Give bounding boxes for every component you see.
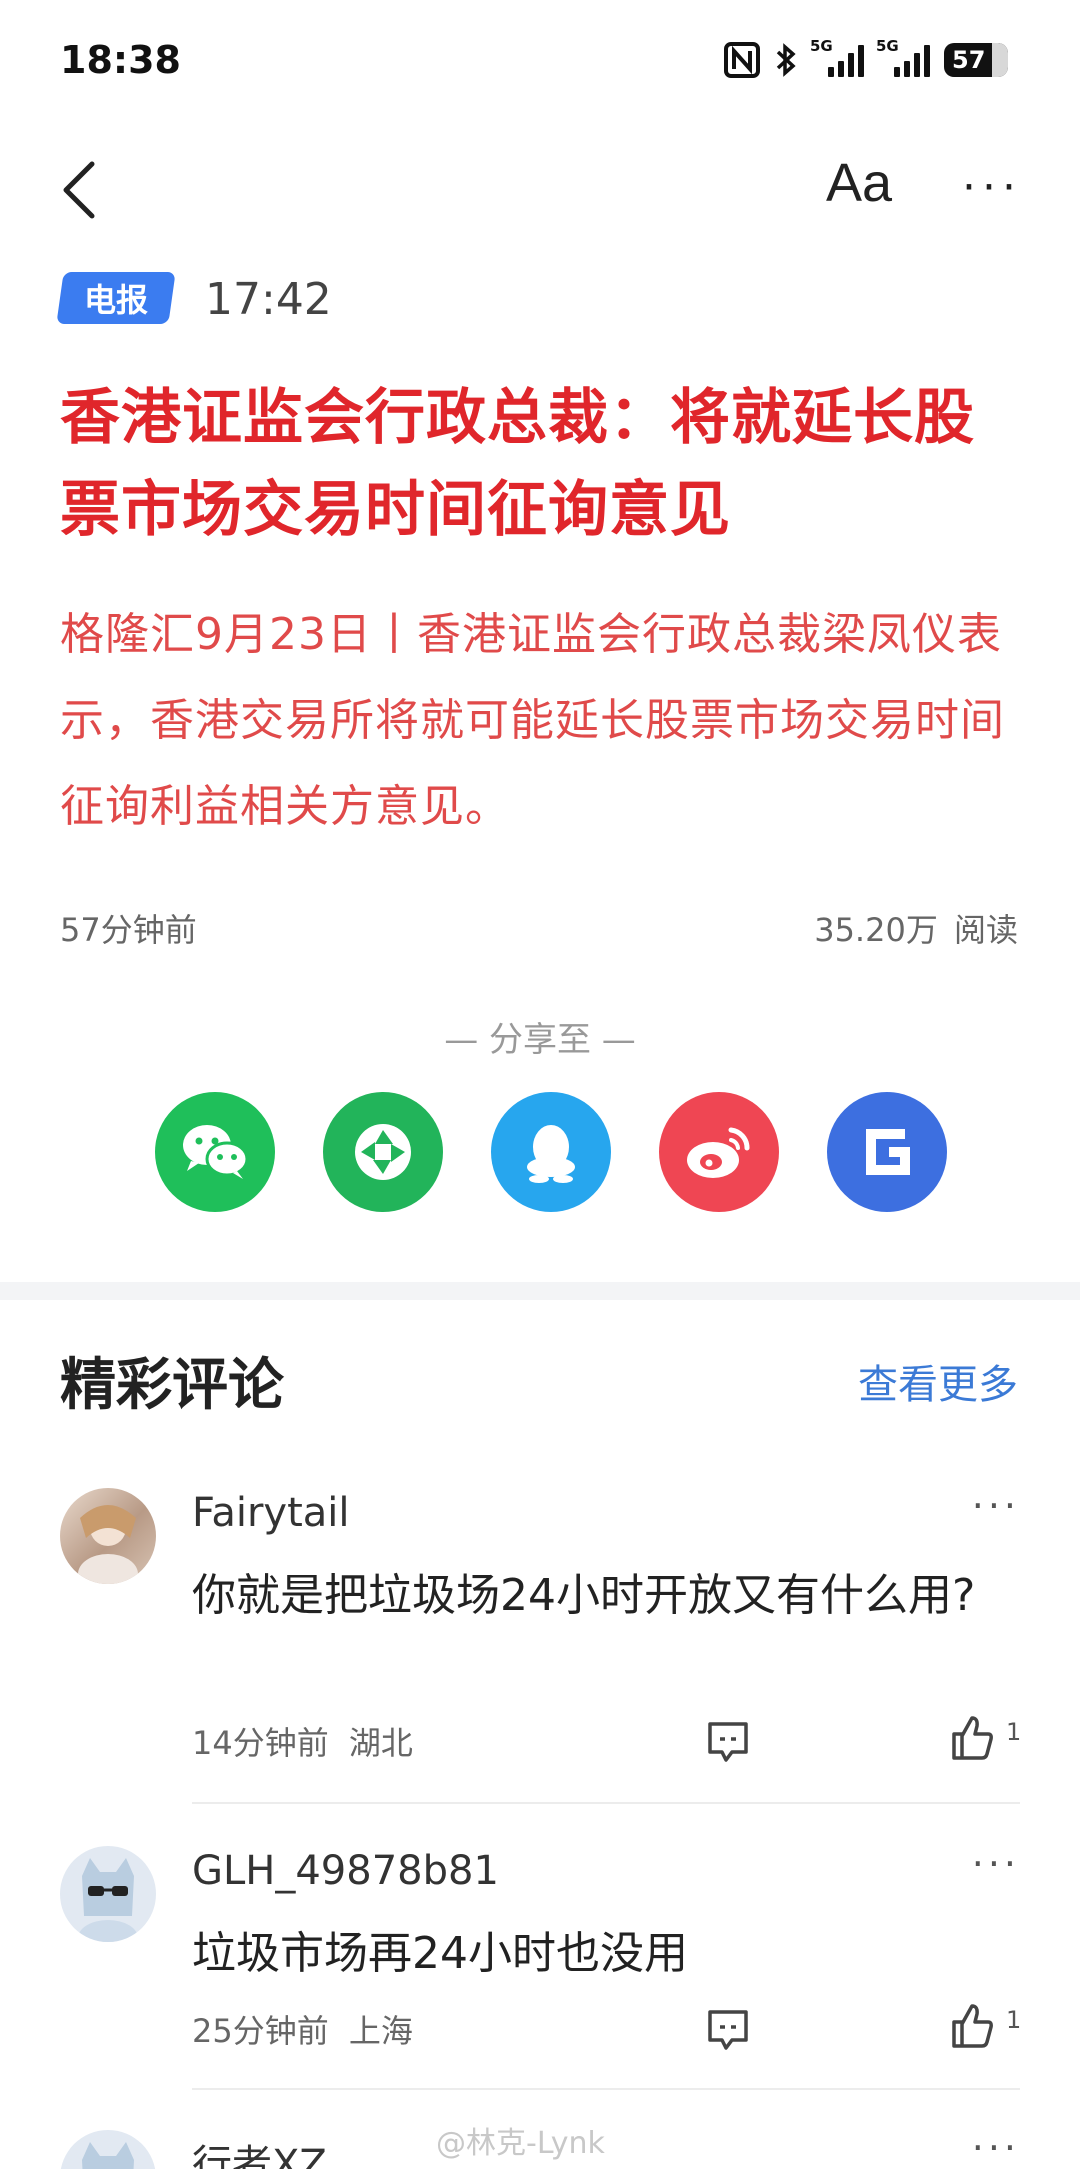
category-badge: 电报 (56, 272, 176, 324)
article-age: 57分钟前 (60, 911, 197, 949)
comment-time: 25分钟前 (192, 2012, 329, 2050)
signal-1-icon: 5G (810, 37, 864, 77)
avatar[interactable] (60, 1488, 156, 1584)
like-count: 1 (1006, 2006, 1022, 2034)
more-options-button[interactable]: ··· (962, 162, 1022, 213)
back-button[interactable] (48, 150, 118, 230)
article-headline: 香港证监会行政总裁：将就延长股票市场交易时间征询意见 (60, 383, 975, 545)
signal-2-icon: 5G (876, 37, 930, 77)
avatar[interactable] (60, 2130, 156, 2169)
comment-divider (192, 2088, 1020, 2090)
nfc-icon (724, 42, 760, 78)
post-time: 17:42 (205, 274, 332, 325)
share-g-app-button[interactable] (827, 1092, 947, 1212)
comment-divider (192, 1802, 1020, 1804)
article-summary: 格隆汇9月23日丨香港证监会行政总裁梁凤仪表示，香港交易所将就可能延长股票市场交… (60, 609, 1005, 832)
comment-text: 垃圾市场再24小时也没用 (192, 1928, 688, 1979)
comment-meta: 14分钟前 湖北 (192, 1718, 413, 1764)
read-count: 35.20万 阅读 (814, 911, 1018, 949)
view-more-comments-link[interactable]: 查看更多 (858, 1352, 1018, 1410)
bluetooth-icon (776, 43, 796, 77)
chevron-left-icon (63, 161, 95, 219)
comment-item: Fairytail ··· 你就是把垃圾场24小时开放又有什么用? 14分钟前 … (60, 1484, 1022, 1828)
category-badge-label: 电报 (83, 281, 148, 319)
avatar-default-icon (82, 2142, 134, 2169)
comment-more-button[interactable]: ··· (972, 2130, 1020, 2169)
avatar-default-icon (78, 1858, 138, 1942)
section-divider (0, 1282, 1080, 1300)
g-app-icon (866, 1129, 910, 1175)
comment-meta: 25分钟前 上海 (192, 2006, 413, 2052)
comment-text: 你就是把垃圾场24小时开放又有什么用? (192, 1570, 976, 1621)
battery-icon: 57 (944, 43, 1008, 77)
status-icons: 5G 5G 57 (724, 37, 1008, 78)
avatar-image-icon (78, 1505, 138, 1584)
signal-2-label: 5G (876, 37, 899, 55)
qq-icon (527, 1125, 575, 1183)
like-count: 1 (1006, 1718, 1022, 1746)
signal-1-label: 5G (810, 37, 833, 55)
status-time: 18:38 (60, 38, 181, 82)
comment-time: 14分钟前 (192, 1724, 329, 1762)
share-qq-button[interactable] (491, 1092, 611, 1212)
avatar[interactable] (60, 1846, 156, 1942)
comment-more-button[interactable]: ··· (972, 1842, 1020, 1886)
comment-location: 湖北 (348, 1724, 413, 1762)
weibo-icon (687, 1127, 750, 1178)
share-wechat-button[interactable] (155, 1092, 275, 1212)
comment-location: 上海 (348, 2012, 413, 2050)
moments-icon (355, 1124, 411, 1180)
share-weibo-button[interactable] (659, 1092, 779, 1212)
battery-level: 57 (952, 46, 986, 74)
comment-item: GLH_49878b81 ··· 垃圾市场再24小时也没用 25分钟前 上海 1 (60, 1842, 1022, 2050)
reply-icon[interactable] (704, 2006, 752, 2054)
wechat-icon (183, 1125, 249, 1179)
comments-title: 精彩评论 (60, 1353, 284, 1418)
like-icon[interactable] (948, 2002, 996, 2050)
comment-username[interactable]: Fairytail (192, 1490, 350, 1536)
share-row (155, 1092, 947, 1212)
like-icon[interactable] (948, 1714, 996, 1762)
watermark: @林克-Lynk (436, 2126, 605, 2161)
comment-username[interactable]: 行者XZ (192, 2132, 327, 2169)
font-size-button[interactable]: Aa (826, 152, 892, 214)
comment-username[interactable]: GLH_49878b81 (192, 1848, 499, 1894)
share-moments-button[interactable] (323, 1092, 443, 1212)
comment-more-button[interactable]: ··· (972, 1484, 1020, 1528)
reply-icon[interactable] (704, 1718, 752, 1766)
share-label: — 分享至 — (444, 1020, 636, 1060)
